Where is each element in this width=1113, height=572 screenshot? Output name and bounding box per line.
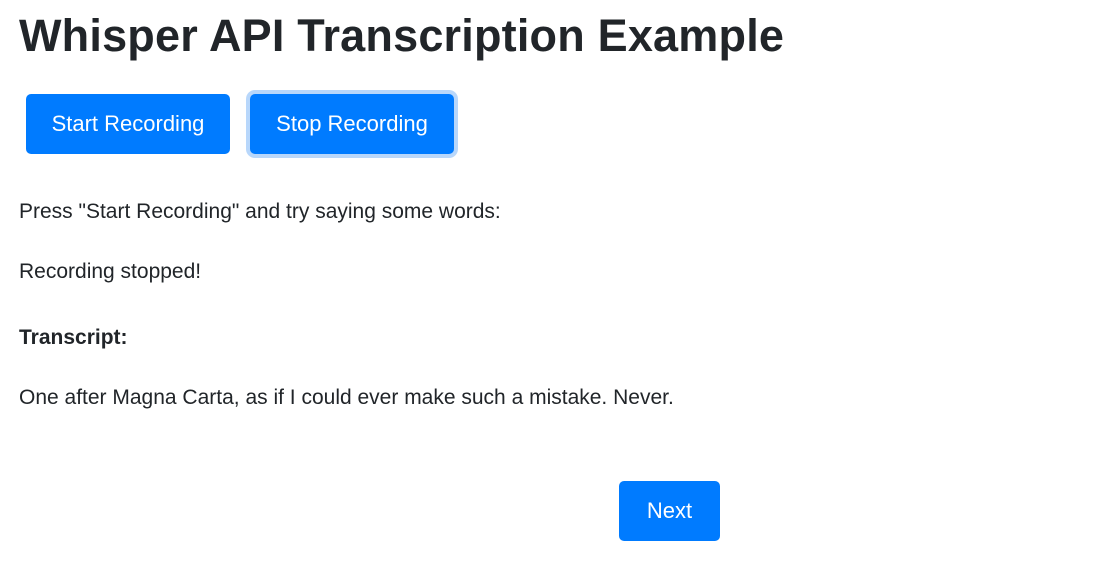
next-button[interactable]: Next bbox=[619, 481, 720, 541]
instructions-text: Press "Start Recording" and try saying s… bbox=[19, 200, 501, 223]
transcript-text: One after Magna Carta, as if I could eve… bbox=[19, 386, 674, 409]
start-recording-button[interactable]: Start Recording bbox=[26, 94, 230, 154]
transcript-heading: Transcript: bbox=[19, 326, 128, 349]
page: Whisper API Transcription Example Start … bbox=[0, 0, 1113, 572]
recording-status: Recording stopped! bbox=[19, 260, 202, 283]
stop-recording-button[interactable]: Stop Recording bbox=[250, 94, 454, 154]
page-title: Whisper API Transcription Example bbox=[19, 10, 785, 61]
